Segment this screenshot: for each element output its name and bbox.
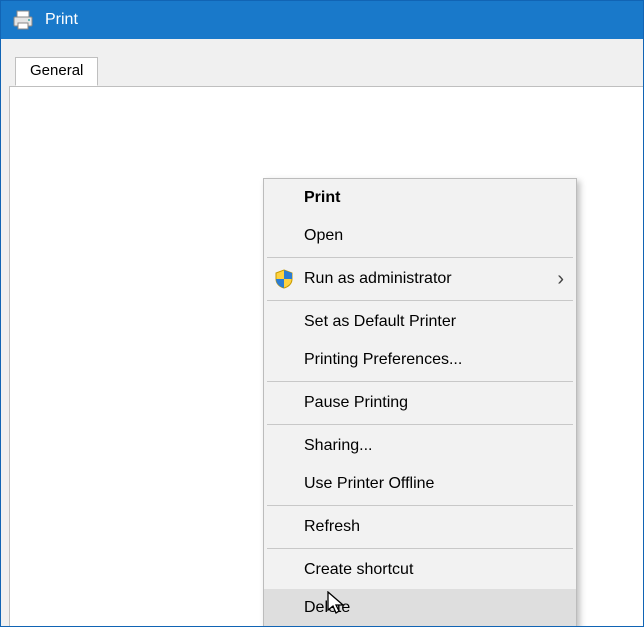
menu-item-set-default[interactable]: Set as Default Printer — [264, 303, 576, 341]
printer-context-menu: Print Open Run as administrator › Set as… — [263, 178, 577, 627]
submenu-arrow-icon: › — [557, 268, 564, 291]
menu-item-run-as-admin[interactable]: Run as administrator › — [264, 260, 576, 298]
tab-bar: General — [15, 57, 98, 86]
menu-separator — [267, 300, 573, 301]
menu-separator — [267, 548, 573, 549]
menu-item-printing-prefs[interactable]: Printing Preferences... — [264, 341, 576, 379]
menu-item-print[interactable]: Print — [264, 179, 576, 217]
menu-separator — [267, 257, 573, 258]
menu-item-offline[interactable]: Use Printer Offline — [264, 465, 576, 503]
menu-item-sharing[interactable]: Sharing... — [264, 427, 576, 465]
window-title: Print — [45, 11, 78, 29]
print-dialog-window: Print General Select Printer Microsoft P… — [0, 0, 644, 627]
menu-item-shortcut[interactable]: Create shortcut — [264, 551, 576, 589]
menu-separator — [267, 381, 573, 382]
menu-item-label: Run as administrator — [304, 270, 452, 288]
menu-separator — [267, 424, 573, 425]
shield-icon — [274, 269, 294, 289]
menu-separator — [267, 505, 573, 506]
menu-item-refresh[interactable]: Refresh — [264, 508, 576, 546]
tab-general[interactable]: General — [15, 57, 98, 86]
menu-item-open[interactable]: Open — [264, 217, 576, 255]
printer-icon — [11, 9, 35, 31]
title-bar[interactable]: Print — [1, 1, 643, 39]
menu-item-pause[interactable]: Pause Printing — [264, 384, 576, 422]
menu-item-delete[interactable]: Delete — [264, 589, 576, 627]
